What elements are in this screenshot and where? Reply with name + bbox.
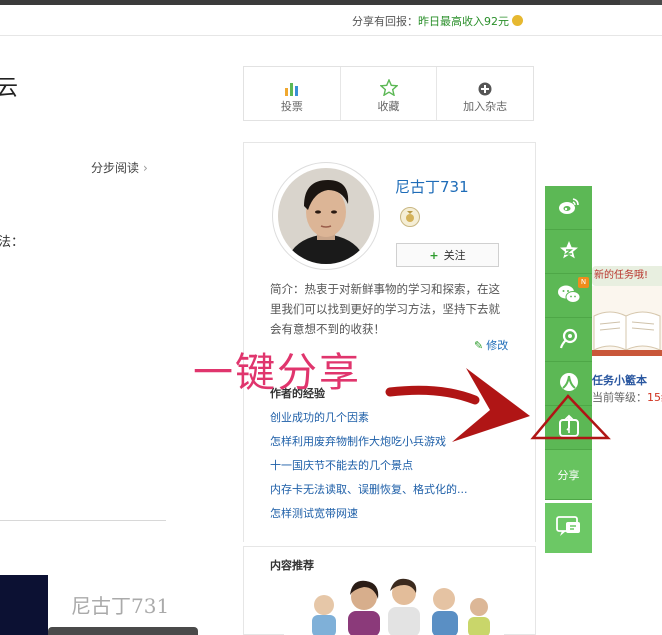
reward-value[interactable]: 昨日最高收入92元 [418, 15, 509, 28]
step-read-label: 分步阅读 [91, 161, 140, 175]
share-tencent-weibo-button[interactable] [545, 318, 592, 362]
bar-chart-icon [244, 78, 340, 96]
feedback-button[interactable] [545, 503, 592, 553]
reward-label: 分享有回报： [352, 15, 418, 28]
vote-label: 投票 [280, 100, 303, 113]
chat-bubble-icon [555, 515, 582, 541]
vote-button[interactable]: 投票 [244, 67, 341, 120]
add-to-magazine-label: 加入杂志 [463, 100, 508, 113]
promo-banner: 新的任务哦! [592, 266, 662, 286]
edit-label: 修改 [486, 339, 509, 352]
recommend-card: 内容推荐 [243, 546, 536, 635]
favorite-label: 收藏 [377, 100, 400, 113]
chevron-right-icon: › [143, 161, 148, 175]
plus-icon: + [429, 248, 439, 262]
follow-label: 关注 [443, 249, 466, 262]
article-title-fragment: 云 [0, 76, 19, 101]
share-weibo-button[interactable] [545, 186, 592, 230]
bottom-scroll-strip [48, 627, 198, 635]
one-key-share-annotation: 一键分享 [193, 350, 361, 396]
content-divider [0, 520, 166, 521]
experience-link[interactable]: 十一国庆节不能去的几个景点 [270, 457, 468, 481]
new-badge: N [578, 277, 589, 288]
medal-icon [400, 207, 420, 227]
pencil-icon: ✎ [474, 339, 484, 352]
level-value: 15级 [647, 391, 662, 404]
qzone-icon [559, 240, 579, 263]
experience-link[interactable]: 内存卡无法读取、误删恢复、格式化的... [270, 481, 468, 505]
recommend-image[interactable] [284, 577, 504, 635]
action-bar: 投票 收藏 加入杂志 [243, 66, 534, 121]
annotation-arrow-icon [385, 368, 611, 442]
follow-button[interactable]: + 关注 [396, 243, 499, 267]
method-text-fragment: 法： [0, 235, 25, 250]
share-reward-banner[interactable]: 分享有回报：昨日最高收入92元 [352, 13, 523, 29]
share-qzone-button[interactable] [545, 230, 592, 274]
plus-circle-icon [437, 78, 533, 96]
share-label-button[interactable]: 分享 [545, 450, 592, 500]
open-book-icon [592, 286, 662, 356]
header-divider [0, 35, 662, 36]
edit-bio-link[interactable]: ✎ 修改 [474, 337, 508, 353]
dark-image-block [0, 575, 48, 635]
star-icon [341, 78, 437, 96]
wechat-icon [557, 284, 581, 307]
share-wechat-button[interactable]: N [545, 274, 592, 318]
share-label: 分享 [557, 468, 580, 482]
add-to-magazine-button[interactable]: 加入杂志 [437, 67, 533, 120]
author-name-link[interactable]: 尼古丁731 [395, 176, 469, 197]
weibo-icon [558, 197, 580, 218]
favorite-button[interactable]: 收藏 [341, 67, 438, 120]
author-avatar[interactable] [272, 162, 380, 270]
recommend-heading: 内容推荐 [270, 559, 314, 572]
step-read-link[interactable]: 分步阅读 › [91, 159, 148, 176]
tencent-weibo-icon [558, 327, 580, 352]
coin-icon [512, 15, 523, 26]
experience-link[interactable]: 怎样测试宽带网速 [270, 505, 468, 529]
bottom-author-name: 尼古丁731 [71, 594, 170, 618]
author-bio: 简介：热衷于对新鲜事物的学习和探索，在这里我们可以找到更好的学习方法，坚持下去就… [270, 282, 500, 336]
top-bar [0, 0, 662, 5]
